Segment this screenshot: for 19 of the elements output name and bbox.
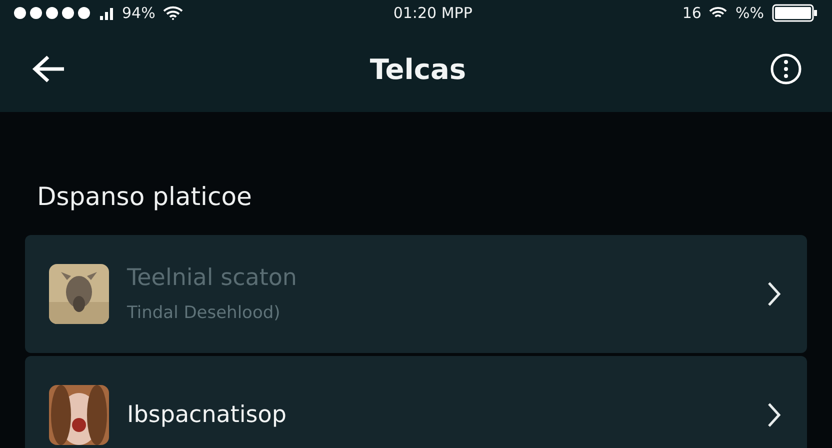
item-title: Ibspacnatisop <box>127 402 288 428</box>
battery-percent: 94% <box>122 4 156 22</box>
list-item[interactable]: Ibspacnatisop <box>25 356 807 448</box>
item-subtitle: Tindal Desehlood) <box>127 303 282 323</box>
wifi-icon <box>709 6 728 20</box>
page-title: Telcas <box>370 52 466 86</box>
battery-percent: %% <box>735 4 764 22</box>
clock: 01:20 MPP <box>393 4 472 22</box>
chevron-icon <box>767 402 781 428</box>
signal-bars-icon <box>100 6 114 20</box>
item-title: Teelnial scaton <box>127 265 298 291</box>
wifi-icon <box>163 6 184 20</box>
status-text: 16 <box>682 4 702 22</box>
battery-icon <box>772 4 818 22</box>
signal-dots-icon <box>14 7 92 19</box>
chevron-icon <box>767 281 781 307</box>
info-button[interactable] <box>770 53 802 85</box>
section-title: Dspanso platicoe <box>37 182 253 211</box>
back-button[interactable] <box>32 54 66 84</box>
